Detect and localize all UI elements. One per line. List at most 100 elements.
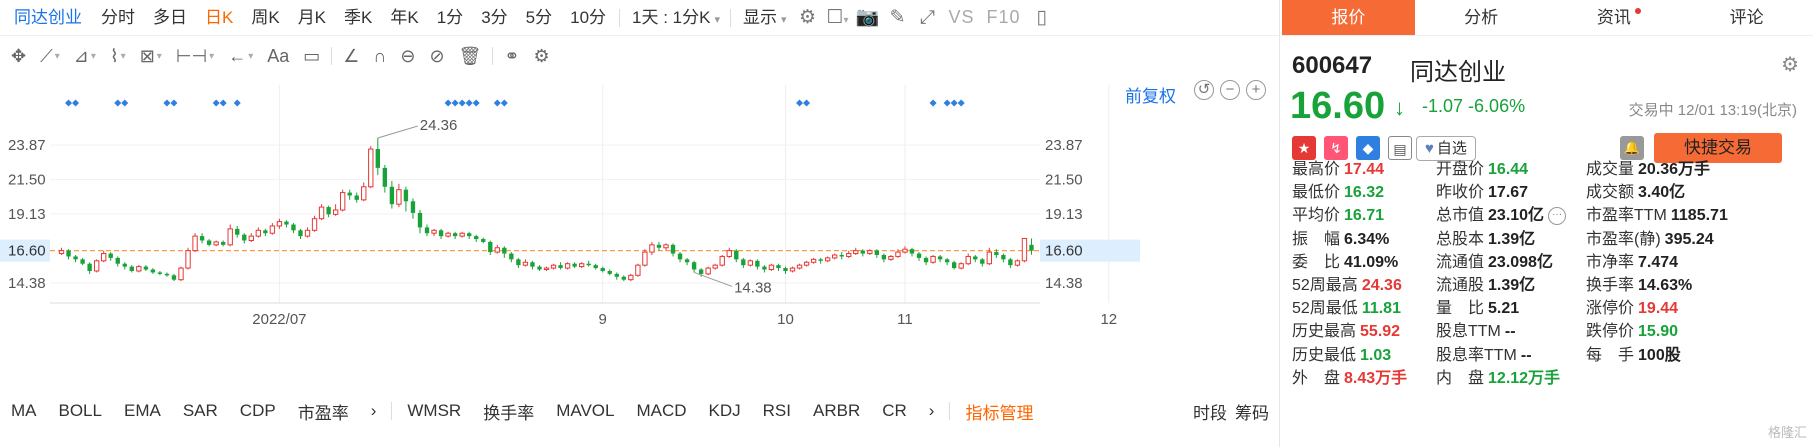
zoom-in-icon[interactable]: + [1246,80,1266,100]
notes-icon[interactable]: ▤ [1388,136,1412,160]
candle-body [564,263,571,269]
indicator-ema[interactable]: EMA [113,401,172,421]
camera-icon[interactable]: 📷 [853,0,883,36]
interval-dropdown[interactable]: 1天 : 1分K ▾ [624,0,726,36]
price-adjust-toggle[interactable]: 前复权 [1125,82,1176,107]
period-10min[interactable]: 10分 [561,0,615,36]
candle-body [965,255,971,265]
candle-body [888,255,894,260]
indicator-ma[interactable]: MA [0,401,48,421]
event-marker [465,99,473,107]
y-tick-label: 21.50 [1045,172,1083,189]
session-button[interactable]: 时段 [1182,399,1231,424]
collapse-panel-icon[interactable]: ▯ [1027,0,1057,36]
period-duori[interactable]: 多日 [144,0,196,36]
period-fenshi[interactable]: 分时 [92,0,144,36]
stat-value: -- [1504,323,1516,341]
period-weekly-k[interactable]: 周K [242,0,288,36]
candle-body [881,255,887,260]
eye-icon[interactable]: ⊖ [393,37,422,75]
hide-icon[interactable]: ⊘ [422,37,451,75]
stat-value: 16.32 [1344,184,1385,202]
indicator-mavol[interactable]: MAVOL [545,401,625,421]
pencil-icon[interactable]: ✎ [883,0,913,36]
event-marker [451,99,459,107]
reset-icon[interactable]: ↺ [1194,80,1214,100]
link-icon[interactable]: ⚭ [497,37,526,75]
wave-tool-icon[interactable]: ⌇ ▾ [103,37,133,75]
indicator-turnover[interactable]: 换手率 [472,399,545,424]
display-dropdown[interactable]: 显示 ▾ [735,0,793,36]
stock-title-tab[interactable]: 同达创业 [0,0,92,36]
comment-icon[interactable]: ▭ [296,37,327,75]
settings-icon[interactable]: ⚙ [1781,52,1799,77]
stat-cell: 总市值 23.10亿 ··· [1436,201,1567,226]
stat-cell: 流通股 1.39亿 [1436,271,1535,295]
vs-button[interactable]: VS [943,7,981,28]
indicator-manage-button[interactable]: 指标管理 [954,399,1044,424]
indicator-arbr[interactable]: ARBR [802,401,871,421]
indicator-cr[interactable]: CR [871,401,918,421]
period-monthly-k[interactable]: 月K [289,0,335,36]
candle-body [973,256,978,260]
indicator-macd[interactable]: MACD [625,401,697,421]
candle-body [284,221,289,225]
period-quarterly-k[interactable]: 季K [335,0,381,36]
channel-tool-icon[interactable]: ⊿ ▾ [67,37,103,75]
more-icon[interactable]: ··· [1548,207,1567,226]
candle-body [157,272,163,274]
kline-svg[interactable]: 2022/07 9 10 11 12 23.87 23.87 21.50 21.50 19.13 1… [0,75,1280,380]
tab-comments[interactable]: 评论 [1680,0,1813,35]
stat-cell: 历史最高 55.92 [1292,317,1400,341]
event-marker [957,99,965,107]
period-5min[interactable]: 5分 [517,0,561,36]
candle-body [80,259,85,264]
candle-body [494,247,500,253]
indicator-pe[interactable]: 市盈率 [287,399,360,424]
period-1min[interactable]: 1分 [428,0,472,36]
tab-news[interactable]: 资讯 [1548,0,1681,35]
candle-body [396,189,402,205]
chips-button[interactable]: 筹码 [1231,399,1280,424]
indicator-rsi[interactable]: RSI [752,401,802,421]
settings-icon[interactable]: ⚙ [527,37,557,75]
stat-cell: 成交量 20.36万手 [1586,155,1710,179]
indicator-wmsr[interactable]: WMSR [396,401,472,421]
divider [949,402,951,420]
chevron-right-icon[interactable]: › [360,401,388,421]
chevron-right-icon[interactable]: › [918,401,946,421]
indicator-cdp[interactable]: CDP [229,401,287,421]
eraser-icon[interactable]: ∠ [336,37,366,75]
kline-chart[interactable]: 2022/07 9 10 11 12 23.87 23.87 21.50 21.50 19.13 1… [0,75,1280,380]
candle-body [705,267,711,275]
period-yearly-k[interactable]: 年K [381,0,427,36]
trash-icon[interactable]: 🗑 [452,37,489,75]
stat-cell: 最高价 17.44 [1292,155,1384,179]
candle-body [677,253,683,260]
f10-button[interactable]: F10 [981,7,1027,28]
zoom-out-icon[interactable]: − [1220,80,1240,100]
stat-cell: 委 比 41.09% [1292,248,1398,272]
stat-label: 量 比 [1436,300,1485,318]
line-tool-icon[interactable]: ⟋ ▾ [33,37,67,75]
settings-icon[interactable]: ⚙ [793,0,823,36]
period-3min[interactable]: 3分 [472,0,516,36]
chart-style-icon[interactable]: ☐▾ [823,0,853,36]
indicator-boll[interactable]: BOLL [48,401,113,421]
measure-tool-icon[interactable]: ⊢⊣ ▾ [169,37,221,75]
magnet-icon[interactable]: ∩ [366,37,393,75]
text-tool-icon[interactable]: Aa [260,37,296,75]
indicator-sar[interactable]: SAR [172,401,229,421]
tab-quote[interactable]: 报价 [1282,0,1415,35]
stat-label: 总市值 [1436,207,1485,225]
period-daily-k[interactable]: 日K [196,0,242,36]
fullscreen-icon[interactable]: ⤢ [913,0,943,36]
indicator-kdj[interactable]: KDJ [698,401,752,421]
arrow-tool-icon[interactable]: ← ▾ [221,37,260,75]
stat-value: 12.12万手 [1488,369,1561,387]
candle-body [361,186,367,201]
candle-body [66,250,71,257]
tab-analysis[interactable]: 分析 [1415,0,1548,35]
fib-tool-icon[interactable]: ⊠ ▾ [133,37,169,75]
move-icon[interactable]: ✥ [4,37,33,75]
